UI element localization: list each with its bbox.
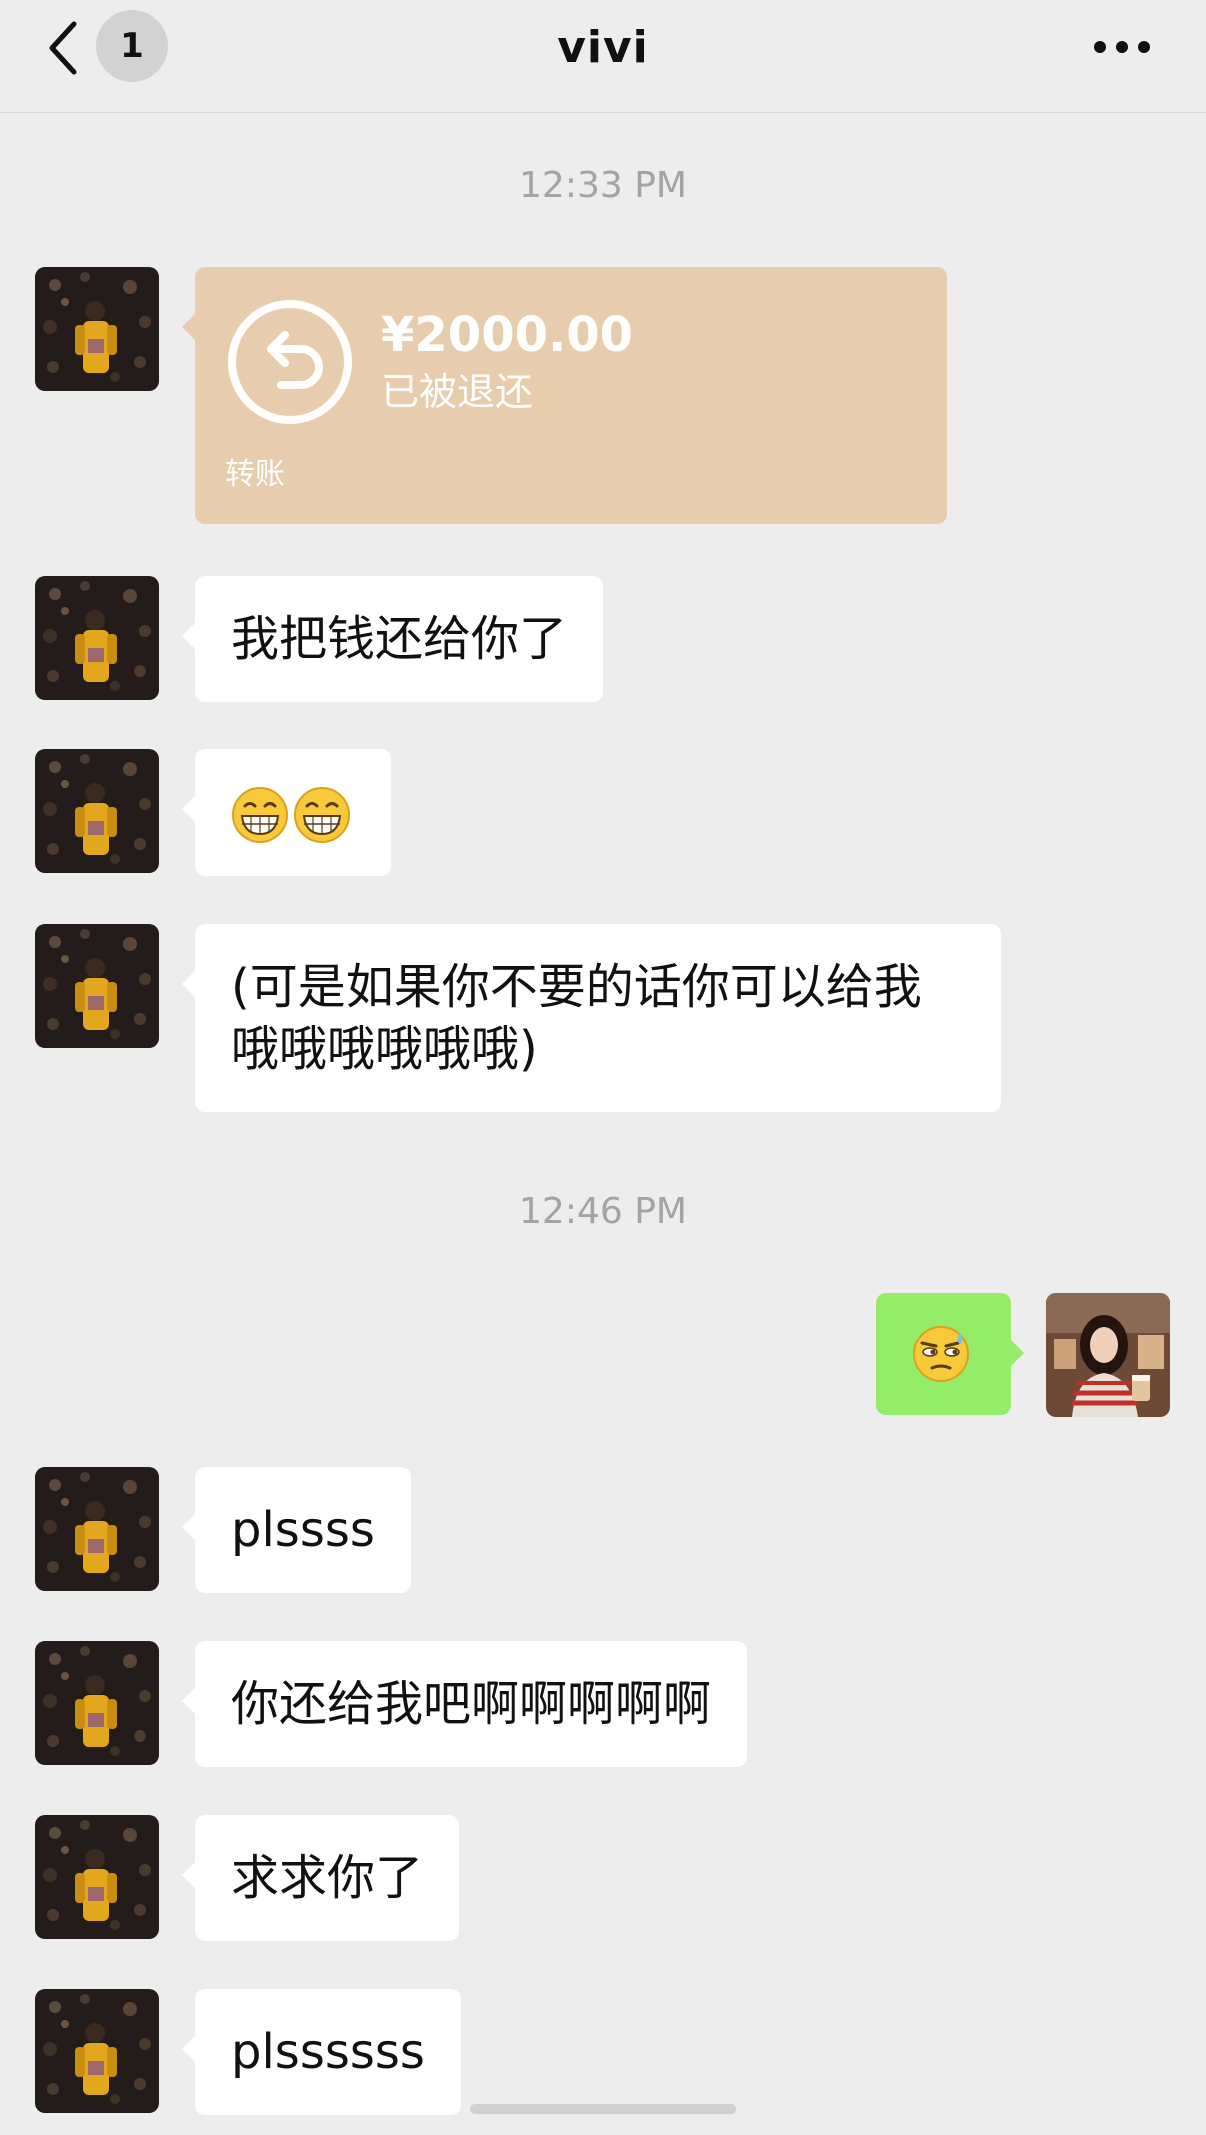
message-timestamp: 12:33 PM bbox=[519, 165, 687, 206]
message-bubble[interactable]: plssssss bbox=[182, 1989, 461, 2115]
contact-avatar[interactable] bbox=[35, 924, 159, 1048]
contact-avatar[interactable] bbox=[35, 1989, 159, 2113]
contact-avatar[interactable] bbox=[35, 749, 159, 873]
more-options-icon[interactable] bbox=[1090, 22, 1154, 72]
transfer-label: 转账 bbox=[225, 457, 285, 492]
message-bubble[interactable]: 我把钱还给你了 bbox=[181, 576, 604, 702]
message-bubble[interactable]: (可是如果你不要的话你可以给我哦哦哦哦哦哦) bbox=[182, 924, 1001, 1112]
contact-avatar[interactable] bbox=[35, 576, 159, 700]
back-chevron-icon[interactable] bbox=[44, 18, 84, 78]
grin-emoji-icon bbox=[231, 786, 289, 844]
message-timestamp: 12:46 PM bbox=[519, 1191, 687, 1232]
message-bubble[interactable]: 求求你了 bbox=[181, 1815, 460, 1941]
my-avatar[interactable] bbox=[1046, 1293, 1170, 1417]
outgoing-message-bubble[interactable] bbox=[876, 1293, 1024, 1415]
chat-header: 1 vivi bbox=[0, 0, 1206, 113]
contact-avatar[interactable] bbox=[35, 1641, 159, 1765]
money-transfer-card[interactable]: ¥2000.00 已被退还 转账 bbox=[182, 267, 947, 524]
message-bubble[interactable]: plssss bbox=[182, 1467, 411, 1593]
unread-count-badge[interactable]: 1 bbox=[96, 10, 168, 82]
contact-avatar[interactable] bbox=[35, 1467, 159, 1591]
contact-avatar[interactable] bbox=[35, 1815, 159, 1939]
contact-avatar[interactable] bbox=[35, 267, 159, 391]
home-indicator[interactable] bbox=[470, 2104, 736, 2114]
grin-emoji-icon bbox=[293, 786, 351, 844]
transfer-status: 已被退还 bbox=[381, 370, 534, 414]
message-bubble[interactable] bbox=[182, 749, 391, 876]
chat-title: vivi bbox=[557, 22, 649, 73]
message-bubble[interactable]: 你还给我吧啊啊啊啊啊 bbox=[181, 1641, 748, 1767]
awkward-sweat-emoji-icon bbox=[912, 1325, 970, 1383]
transfer-amount: ¥2000.00 bbox=[381, 307, 634, 363]
refund-return-icon bbox=[225, 297, 355, 427]
